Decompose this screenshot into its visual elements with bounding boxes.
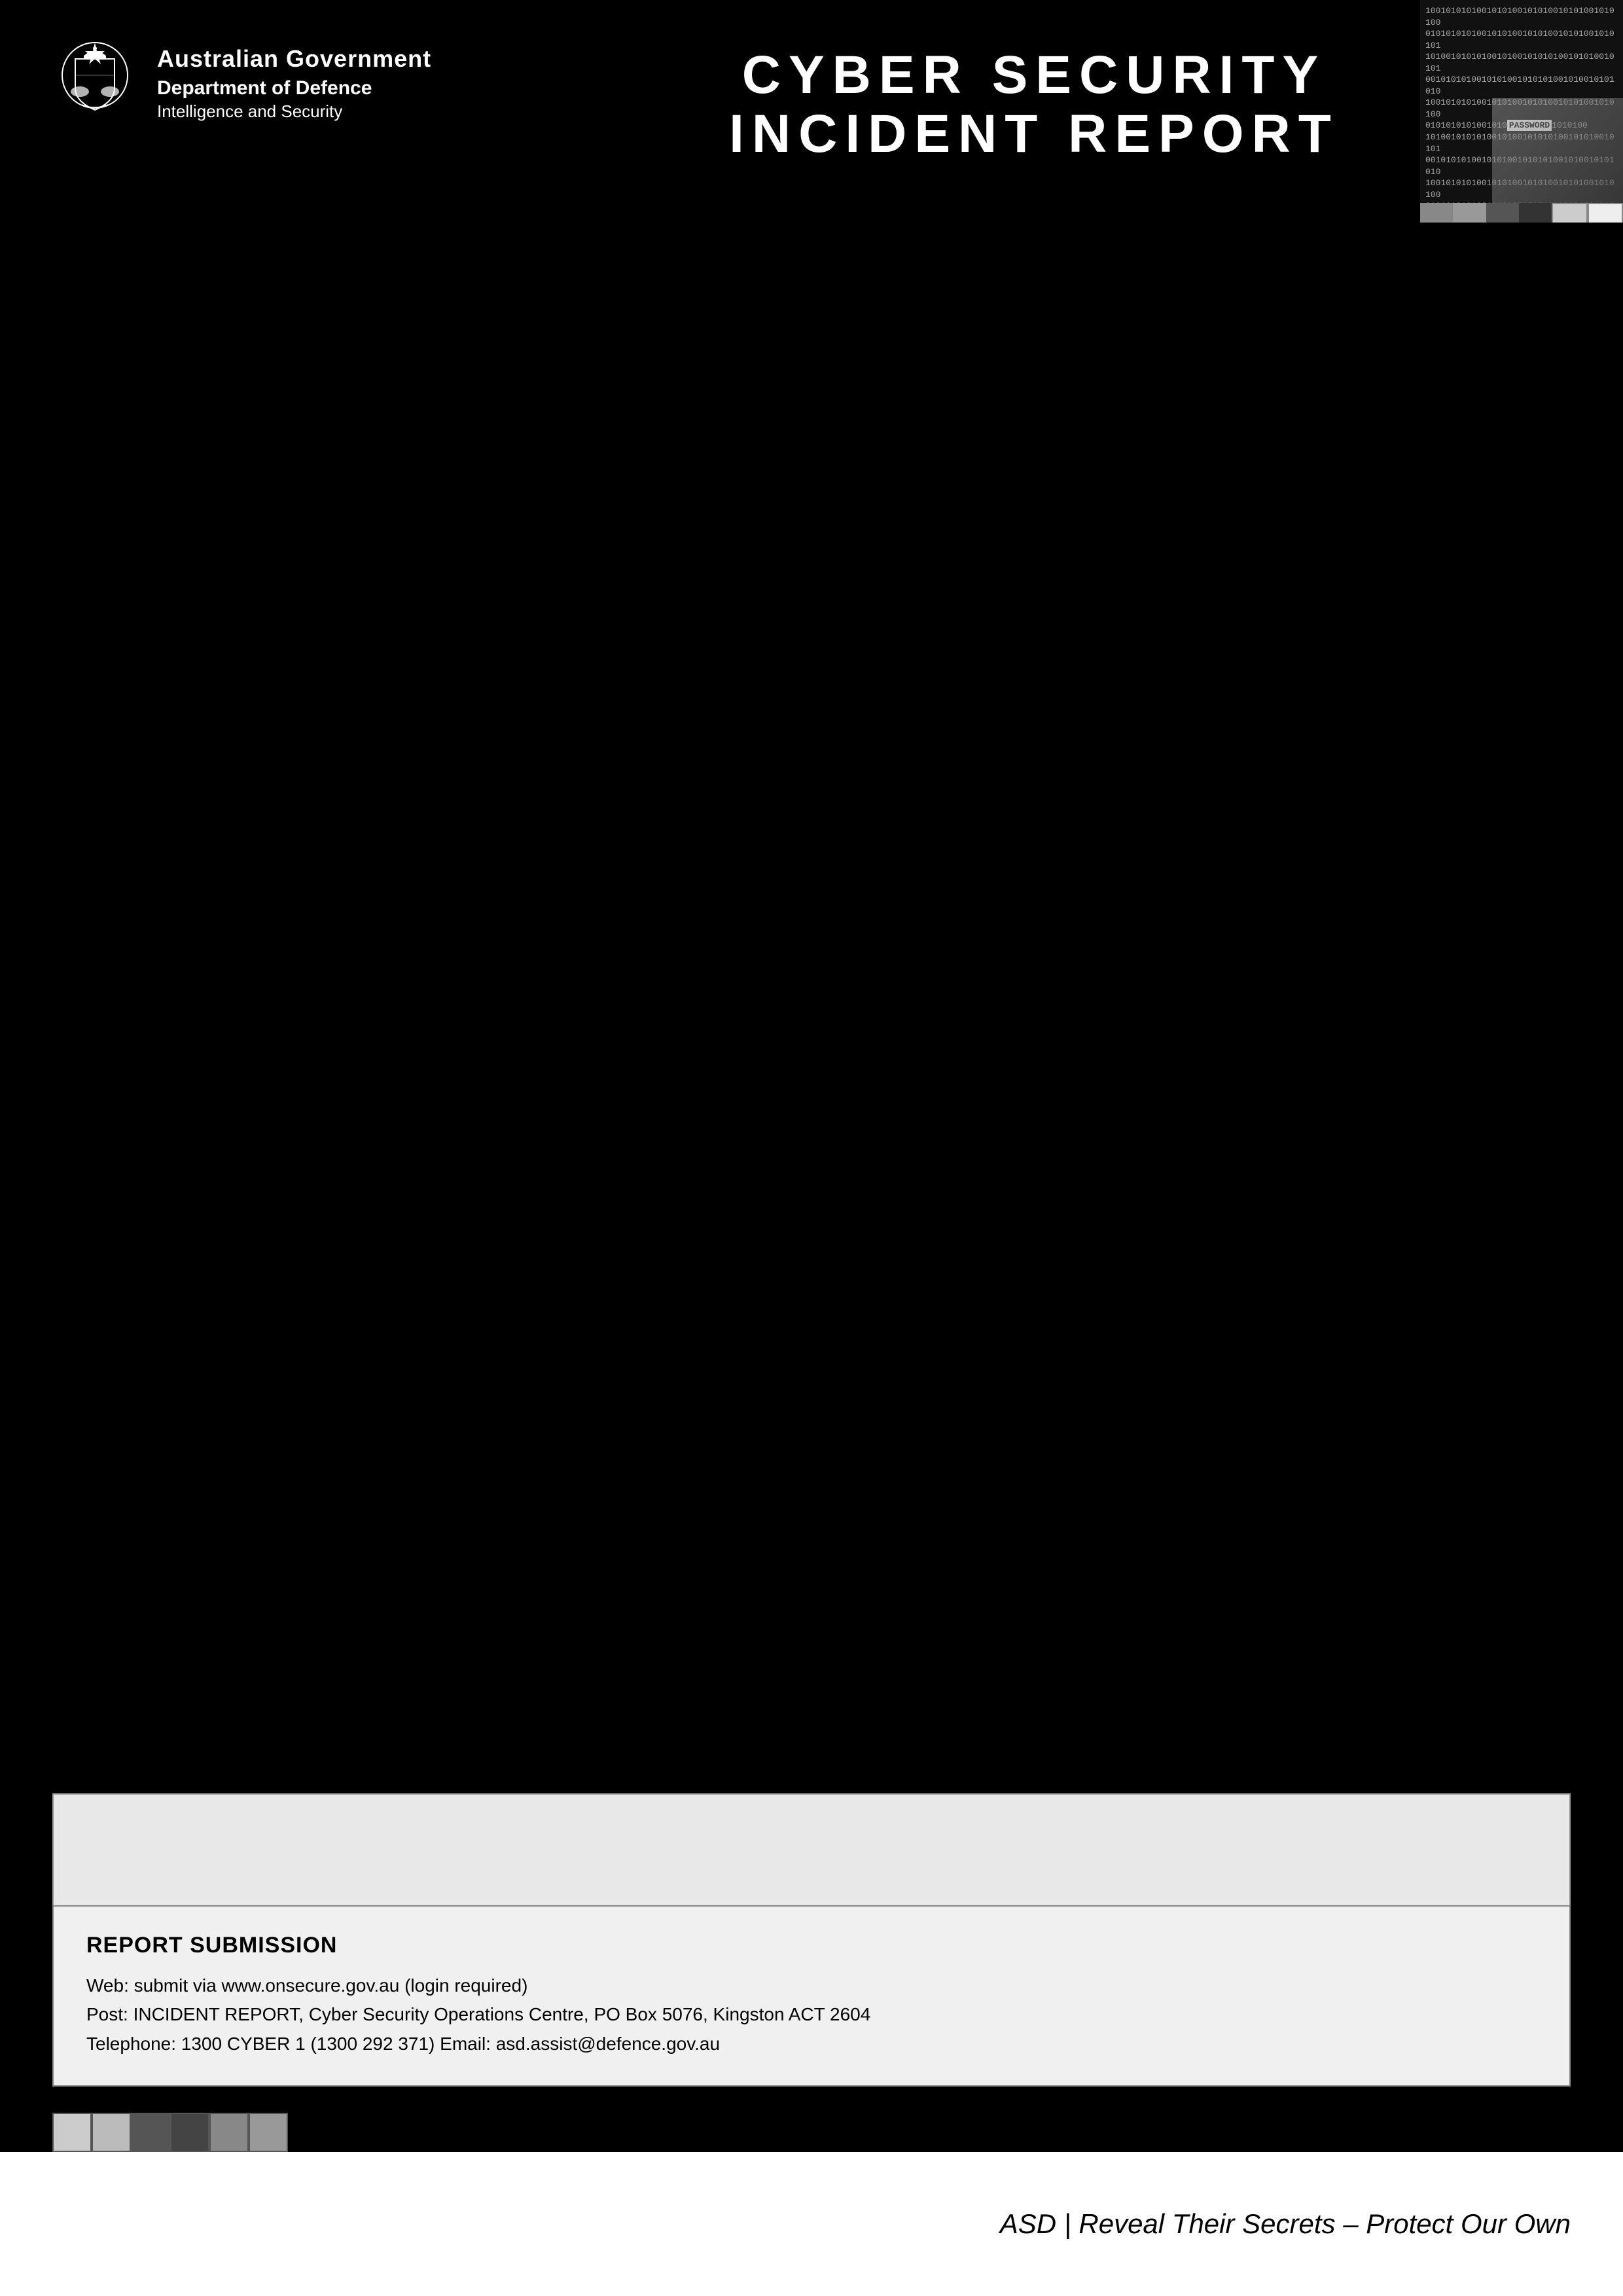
title-section: CYBER SECURITY INCIDENT REPORT	[497, 39, 1571, 164]
post-line: Post: INCIDENT REPORT, Cyber Security Op…	[86, 2000, 1537, 2030]
title-line1: CYBER SECURITY	[729, 46, 1339, 105]
bottom-swatch-4	[170, 2113, 209, 2152]
australian-government-label: Australian Government	[157, 45, 431, 73]
report-submission-text: Web: submit via www.onsecure.gov.au (log…	[86, 1971, 1537, 2059]
report-submission-box: REPORT SUBMISSION Web: submit via www.on…	[52, 1905, 1571, 2087]
intelligence-label: Intelligence and Security	[157, 101, 431, 123]
government-text: Australian Government Department of Defe…	[157, 39, 431, 123]
logo-section: Australian Government Department of Defe…	[52, 39, 497, 124]
title-line2: INCIDENT REPORT	[729, 105, 1339, 164]
hand-image-overlay	[1492, 98, 1623, 203]
bottom-swatch-2	[92, 2113, 131, 2152]
page-footer: ASD | Reveal Their Secrets – Protect Our…	[0, 2152, 1623, 2296]
report-submission-title: REPORT SUBMISSION	[86, 1933, 1537, 1958]
coat-of-arms-icon	[52, 39, 137, 124]
department-label: Department of Defence	[157, 75, 431, 101]
main-title: CYBER SECURITY INCIDENT REPORT	[729, 46, 1339, 164]
bottom-swatch-1	[52, 2113, 92, 2152]
cyber-image: 1001010101001010100101010010101001010100…	[1420, 0, 1623, 203]
color-bar-bottom	[52, 2113, 288, 2152]
web-line: Web: submit via www.onsecure.gov.au (log…	[86, 1971, 1537, 2001]
bottom-swatch-6	[249, 2113, 288, 2152]
header: Australian Government Department of Defe…	[0, 0, 1623, 223]
bottom-swatch-3	[131, 2113, 170, 2152]
tel-line: Telephone: 1300 CYBER 1 (1300 292 371) E…	[86, 2030, 1537, 2059]
main-body: REPORT SUBMISSION Web: submit via www.on…	[0, 223, 1623, 2296]
asd-tagline: ASD | Reveal Their Secrets – Protect Our…	[1000, 2208, 1571, 2240]
bottom-swatch-5	[209, 2113, 249, 2152]
